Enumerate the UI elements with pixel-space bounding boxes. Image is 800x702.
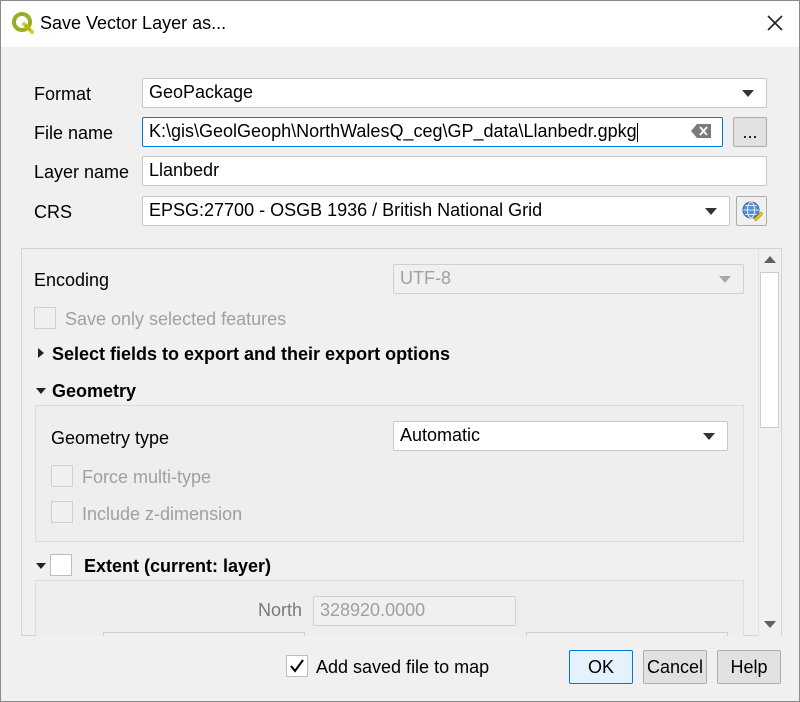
- collapse-arrow-icon[interactable]: [36, 563, 46, 569]
- north-input[interactable]: 328920.0000: [313, 596, 516, 626]
- layername-input[interactable]: Llanbedr: [142, 156, 767, 186]
- crs-value: EPSG:27700 - OSGB 1936 / British Nationa…: [149, 200, 543, 220]
- select-fields-section[interactable]: Select fields to export and their export…: [52, 344, 450, 365]
- encoding-label: Encoding: [34, 270, 110, 290]
- format-combo[interactable]: GeoPackage: [142, 78, 767, 108]
- save-selected-checkbox[interactable]: [34, 307, 56, 329]
- encoding-value: UTF-8: [400, 268, 451, 288]
- geometry-type-label: Geometry type: [51, 428, 170, 448]
- add-to-map-checkbox[interactable]: [286, 655, 308, 677]
- expand-arrow-icon[interactable]: [38, 348, 44, 358]
- cancel-button[interactable]: Cancel: [643, 650, 707, 684]
- include-z-label: Include z-dimension: [82, 504, 243, 524]
- force-multi-checkbox[interactable]: [51, 465, 73, 487]
- west-input[interactable]: [103, 632, 305, 636]
- scroll-up-icon[interactable]: [764, 256, 776, 263]
- close-icon[interactable]: [760, 8, 790, 38]
- chevron-down-icon: [742, 90, 754, 97]
- qgis-logo-icon: [12, 12, 34, 34]
- chevron-down-icon: [705, 208, 717, 215]
- checkmark-icon: [290, 659, 304, 673]
- filename-input[interactable]: K:\gis\GeolGeoph\NorthWalesQ_ceg\GP_data…: [142, 117, 723, 147]
- clear-text-icon[interactable]: [690, 123, 712, 139]
- north-label: North: [258, 600, 303, 620]
- force-multi-label: Force multi-type: [82, 467, 212, 487]
- crs-combo[interactable]: EPSG:27700 - OSGB 1936 / British Nationa…: [142, 196, 730, 226]
- geometry-type-combo[interactable]: Automatic: [393, 421, 728, 451]
- encoding-combo[interactable]: UTF-8: [393, 264, 744, 294]
- scroll-down-icon[interactable]: [764, 621, 776, 628]
- layername-label: Layer name: [34, 162, 130, 182]
- help-button[interactable]: Help: [717, 650, 781, 684]
- geometry-type-value: Automatic: [400, 425, 481, 445]
- geometry-section-header[interactable]: Geometry: [52, 381, 136, 402]
- chevron-down-icon: [719, 276, 731, 283]
- browse-button[interactable]: ...: [733, 117, 767, 147]
- ok-button[interactable]: OK: [569, 650, 633, 684]
- east-input[interactable]: [526, 632, 728, 636]
- collapse-arrow-icon[interactable]: [36, 388, 46, 394]
- add-to-map-label: Add saved file to map: [316, 657, 490, 677]
- extent-checkbox[interactable]: [50, 554, 72, 576]
- crs-label: CRS: [34, 202, 73, 222]
- globe-projection-icon: [742, 201, 763, 222]
- select-crs-button[interactable]: [736, 196, 767, 226]
- format-label: Format: [34, 84, 92, 104]
- extent-section-header[interactable]: Extent (current: layer): [84, 556, 271, 577]
- scrollbar-thumb[interactable]: [760, 272, 779, 428]
- include-z-checkbox[interactable]: [51, 501, 73, 523]
- window-title: Save Vector Layer as...: [40, 13, 227, 33]
- filename-label: File name: [34, 123, 114, 143]
- text-cursor: [636, 122, 638, 142]
- filename-value: K:\gis\GeolGeoph\NorthWalesQ_ceg\GP_data…: [149, 121, 637, 141]
- chevron-down-icon: [703, 433, 715, 440]
- format-value: GeoPackage: [149, 82, 254, 102]
- save-selected-label: Save only selected features: [65, 309, 287, 329]
